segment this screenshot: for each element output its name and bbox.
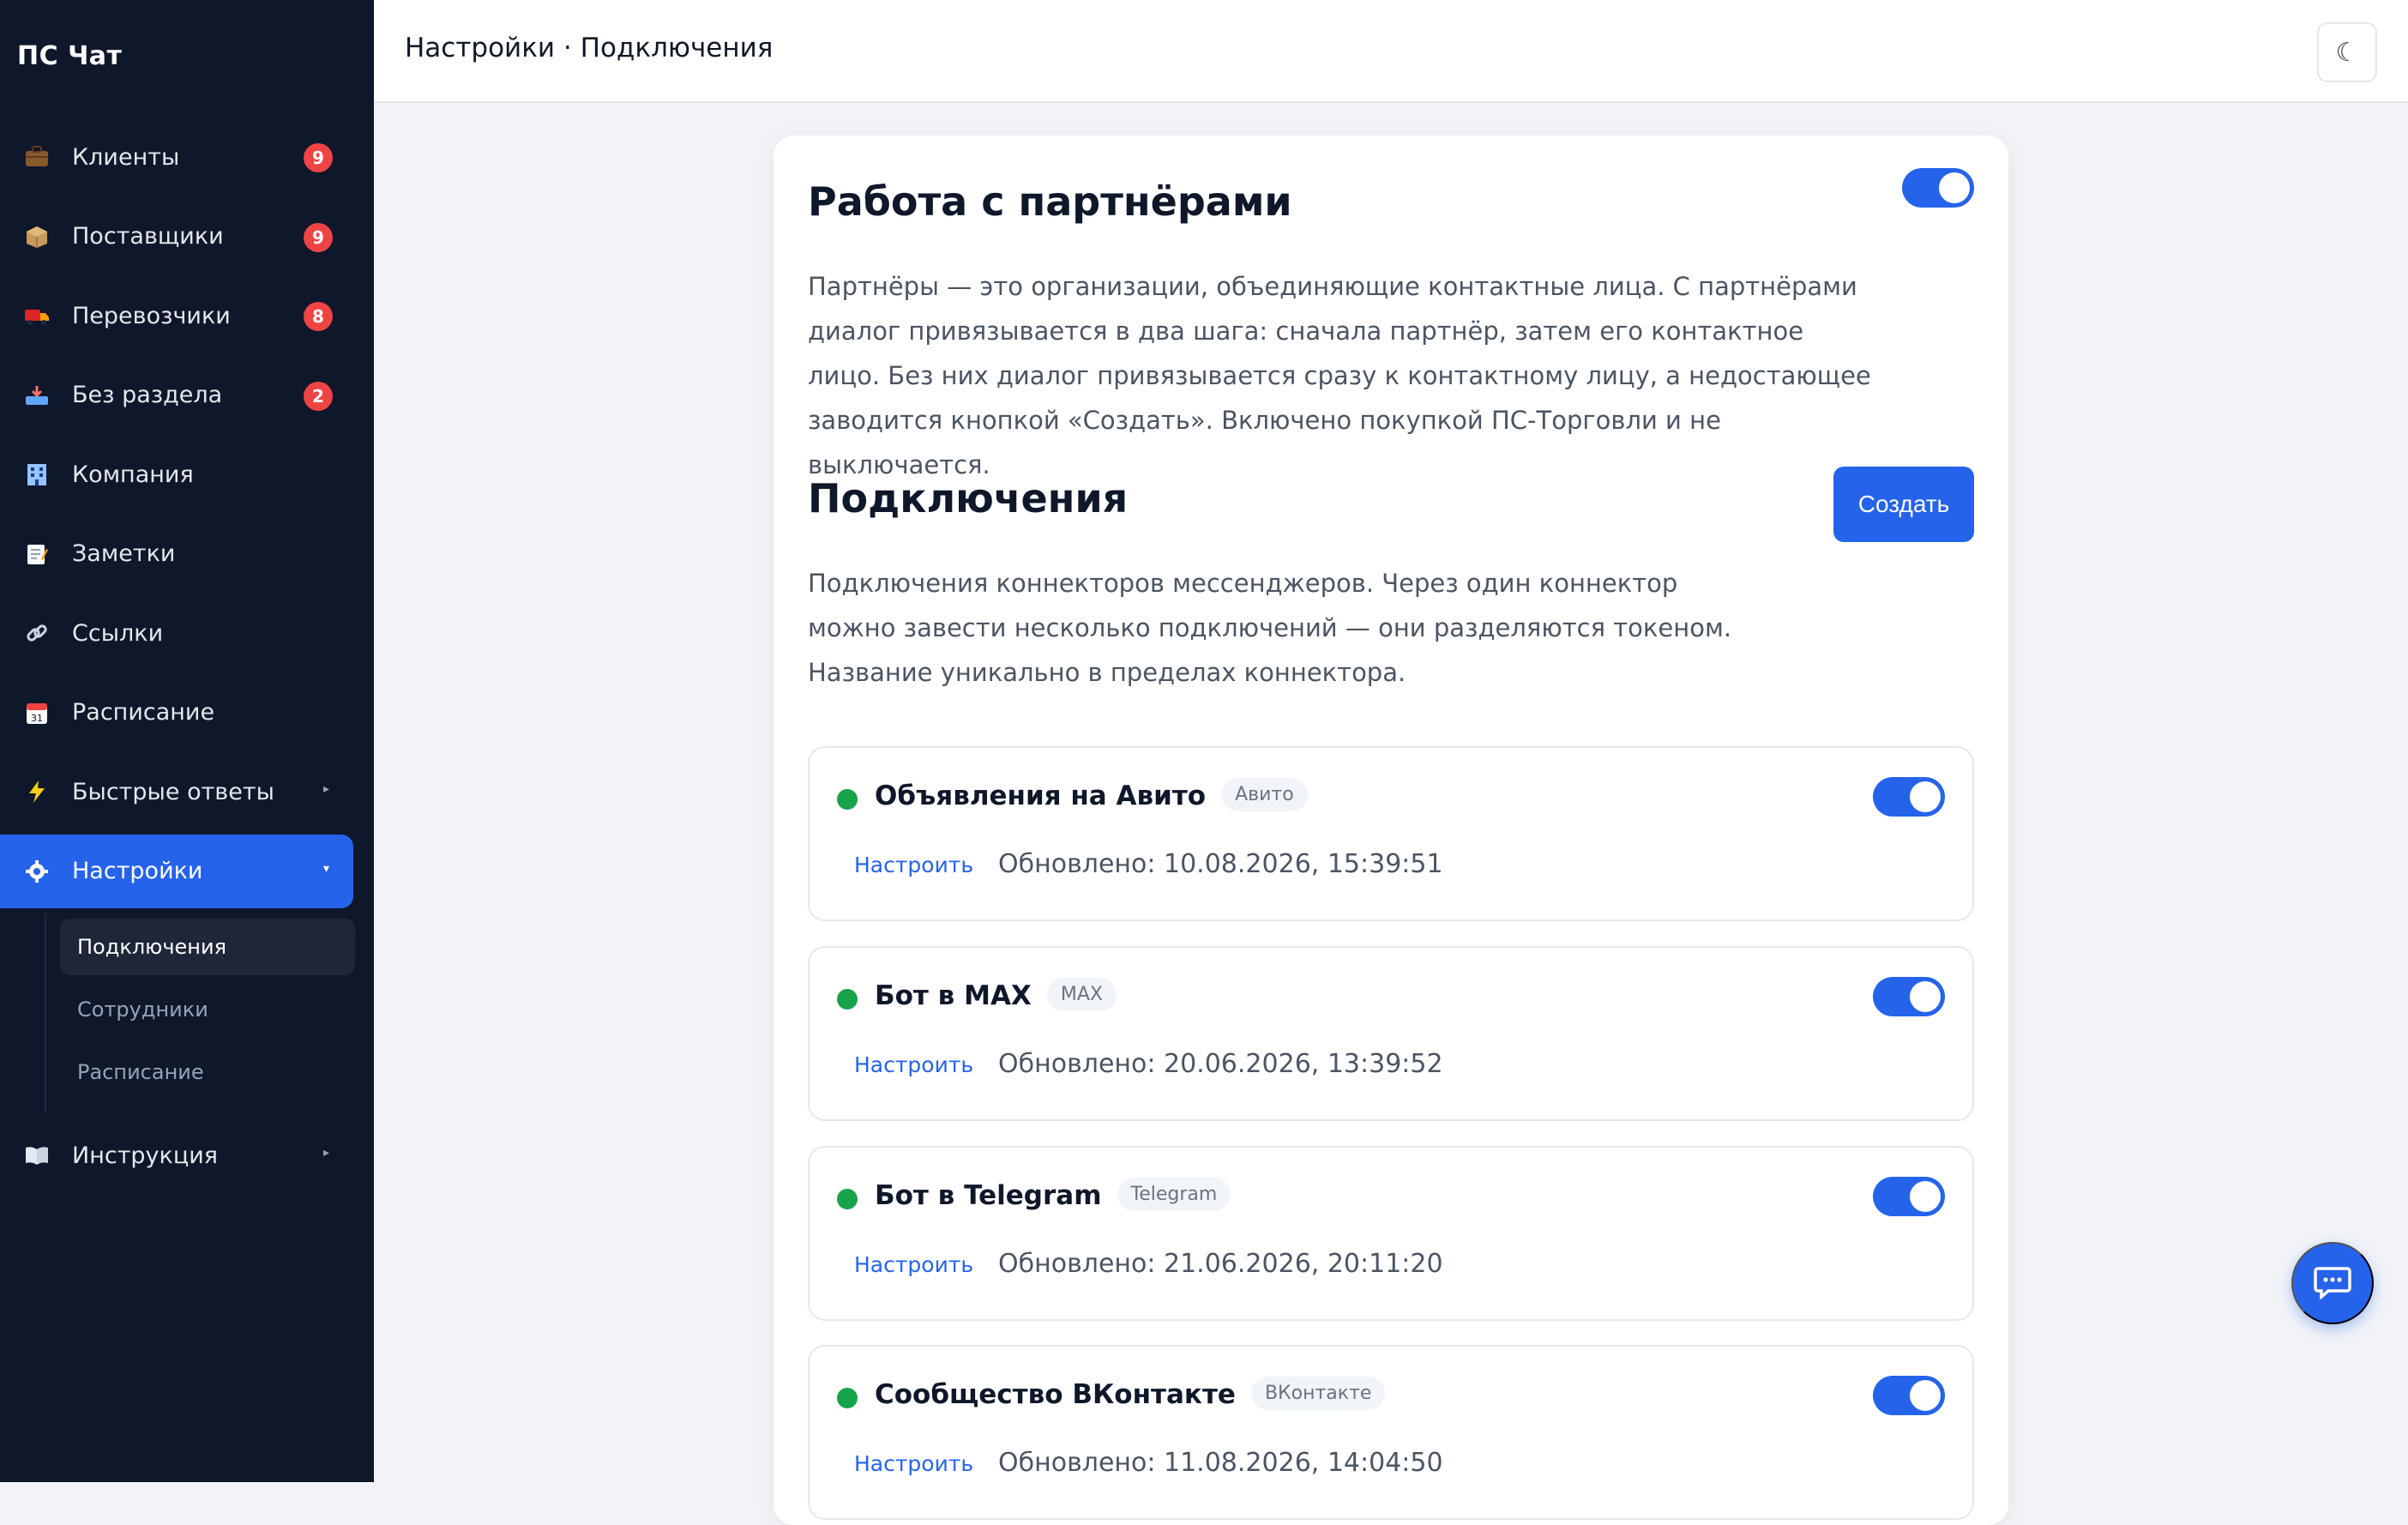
sidebar-item-label: Клиенты: [72, 143, 180, 171]
toggle-knob: [1910, 1181, 1941, 1212]
connection-name: Бот в MAX MAX: [875, 978, 1117, 1014]
subnav-item-schedule[interactable]: Расписание: [60, 1044, 355, 1100]
sidebar-item-instructions[interactable]: Инструкция ▸: [0, 1118, 353, 1192]
page-title: Настройки · Подключения: [405, 33, 774, 63]
settings-card: Работа с партнёрами Партнёры — это орган…: [774, 136, 2008, 1525]
sidebar-item-label: Расписание: [72, 699, 215, 726]
subnav-item-connections[interactable]: Подключения: [60, 919, 355, 975]
sidebar-item-suppliers[interactable]: Поставщики 9: [0, 200, 353, 274]
lightning-icon: [24, 779, 50, 805]
status-dot: [837, 1388, 858, 1408]
connection-toggle[interactable]: [1873, 777, 1945, 817]
book-icon: [24, 1142, 50, 1168]
connector-tag: Авито: [1221, 778, 1308, 811]
inbox-tray-icon: [24, 383, 50, 408]
moon-icon: ☾: [2335, 38, 2359, 67]
partners-title: Работа с партнёрами: [808, 178, 1292, 225]
connection-card-avito: Объявления на Авито Авито Настроить Обнов…: [808, 746, 1974, 921]
status-dot: [837, 1189, 858, 1209]
connection-name: Сообщество ВКонтакте ВКонтакте: [875, 1377, 1386, 1413]
sidebar-item-label: Ссылки: [72, 619, 164, 647]
svg-text:31: 31: [31, 713, 43, 724]
connection-toggle[interactable]: [1873, 1177, 1945, 1216]
memo-icon: [24, 541, 50, 567]
create-connection-button[interactable]: Создать: [1833, 467, 1974, 542]
sidebar-item-label: Без раздела: [72, 382, 223, 408]
status-dot: [837, 789, 858, 810]
sidebar-item-settings[interactable]: Настройки ▾: [0, 834, 353, 908]
partners-toggle[interactable]: [1902, 168, 1974, 208]
connections-title: Подключения: [808, 475, 1129, 521]
configure-link[interactable]: Настроить: [854, 853, 973, 877]
link-icon: [24, 620, 50, 646]
connection-name: Объявления на Авито Авито: [875, 778, 1308, 814]
chevron-down-icon: ▾: [322, 861, 329, 876]
gear-icon: [24, 859, 50, 884]
office-building-icon: [24, 461, 50, 487]
theme-toggle-button[interactable]: ☾: [2317, 22, 2377, 82]
connection-name: Бот в Telegram Telegram: [875, 1178, 1231, 1214]
chevron-right-icon: ▸: [322, 1146, 329, 1160]
partners-description: Партнёры — это организации, объединяющие…: [808, 272, 1871, 479]
sidebar-item-notes[interactable]: Заметки: [0, 517, 353, 591]
connector-tag: Telegram: [1117, 1178, 1231, 1211]
toggle-knob: [1910, 1380, 1941, 1411]
sidebar-item-unsorted[interactable]: Без раздела 2: [0, 359, 353, 432]
box-icon: [24, 224, 50, 250]
sidebar-item-label: Настройки: [72, 858, 203, 884]
settings-subnav: Подключения Сотрудники Расписание: [45, 913, 374, 1112]
sidebar: ПС Чат Клиенты 9 Поставщики 9 Перевозчик…: [0, 0, 374, 1482]
sidebar-item-label: Инструкция: [72, 1142, 219, 1169]
top-header: Настройки · Подключения ☾: [374, 0, 2408, 103]
unread-count-badge: 9: [304, 143, 333, 172]
connection-toggle[interactable]: [1873, 977, 1945, 1016]
configure-link[interactable]: Настроить: [854, 1052, 973, 1077]
toggle-knob: [1939, 172, 1970, 203]
connection-card-max: Бот в MAX MAX Настроить Обновлено: 20.06.…: [808, 946, 1974, 1121]
truck-icon: [24, 303, 50, 329]
chat-fab-button[interactable]: [2291, 1242, 2374, 1324]
sidebar-item-label: Быстрые ответы: [72, 778, 274, 805]
sidebar-item-links[interactable]: Ссылки: [0, 596, 353, 670]
briefcase-icon: [24, 144, 50, 170]
updated-timestamp: Обновлено: 21.06.2026, 20:11:20: [998, 1249, 1443, 1279]
unread-count-badge: 8: [304, 302, 333, 331]
chat-bubble-icon: [2314, 1265, 2351, 1302]
connector-tag: MAX: [1046, 978, 1117, 1011]
configure-link[interactable]: Настроить: [854, 1252, 973, 1277]
sidebar-item-schedule[interactable]: 31 Расписание: [0, 676, 353, 750]
sidebar-item-quick-replies[interactable]: Быстрые ответы ▸: [0, 755, 353, 829]
sidebar-item-label: Перевозчики: [72, 302, 231, 329]
connection-card-vkontakte: Сообщество ВКонтакте ВКонтакте Настроить …: [808, 1345, 1974, 1520]
unread-count-badge: 2: [304, 381, 333, 411]
updated-timestamp: Обновлено: 11.08.2026, 14:04:50: [998, 1448, 1443, 1478]
sidebar-item-clients[interactable]: Клиенты 9: [0, 120, 353, 194]
connections-description: Подключения коннекторов мессенджеров. Че…: [808, 569, 1732, 687]
sidebar-item-label: Поставщики: [72, 223, 224, 250]
configure-link[interactable]: Настроить: [854, 1451, 973, 1476]
chevron-right-icon: ▸: [322, 782, 329, 796]
sidebar-item-label: Компания: [72, 461, 194, 488]
connection-card-telegram: Бот в Telegram Telegram Настроить Обновле…: [808, 1146, 1974, 1321]
sidebar-item-company[interactable]: Компания: [0, 437, 353, 511]
app-brand: ПС Чат: [17, 41, 123, 71]
toggle-knob: [1910, 781, 1941, 812]
unread-count-badge: 9: [304, 222, 333, 252]
toggle-knob: [1910, 981, 1941, 1012]
updated-timestamp: Обновлено: 10.08.2026, 15:39:51: [998, 849, 1443, 879]
connector-tag: ВКонтакте: [1250, 1377, 1386, 1410]
connection-toggle[interactable]: [1873, 1376, 1945, 1415]
subnav-item-employees[interactable]: Сотрудники: [60, 981, 355, 1038]
status-dot: [837, 989, 858, 1010]
sidebar-item-label: Заметки: [72, 540, 176, 567]
updated-timestamp: Обновлено: 20.06.2026, 13:39:52: [998, 1049, 1443, 1079]
calendar-icon: 31: [24, 700, 50, 726]
sidebar-item-carriers[interactable]: Перевозчики 8: [0, 279, 353, 353]
sidebar-nav: Клиенты 9 Поставщики 9 Перевозчики 8 Без…: [0, 120, 374, 1198]
